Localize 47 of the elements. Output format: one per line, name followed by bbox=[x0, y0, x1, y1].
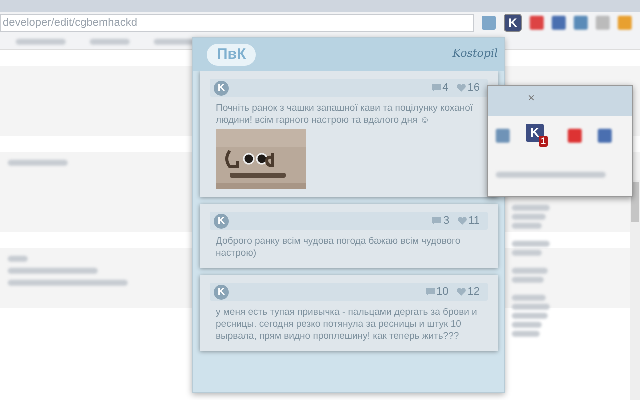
extension-button[interactable]: K bbox=[504, 14, 522, 32]
extension-icon[interactable] bbox=[598, 129, 612, 143]
post-text: Доброго ранку всім чудова погода бажаю всім чудового настрою) bbox=[216, 236, 462, 260]
blurred-text bbox=[8, 160, 68, 166]
blurred-text bbox=[512, 223, 542, 229]
extension-icon[interactable] bbox=[618, 16, 632, 30]
heart-icon bbox=[458, 217, 467, 225]
extension-icon[interactable] bbox=[568, 129, 582, 143]
comment-count: 4 bbox=[442, 80, 449, 96]
avatar: K bbox=[214, 284, 229, 300]
extension-icon[interactable] bbox=[496, 129, 510, 143]
blurred-text bbox=[512, 322, 542, 328]
notification-count: 1 bbox=[539, 136, 548, 147]
comment-icon bbox=[432, 217, 442, 225]
blurred-text bbox=[8, 256, 28, 262]
like-count: 16 bbox=[468, 80, 480, 96]
avatar: K bbox=[214, 80, 229, 96]
blurred-text bbox=[512, 331, 540, 337]
logo: ПвК bbox=[207, 44, 256, 66]
extension-icon[interactable] bbox=[574, 16, 588, 30]
blurred-text bbox=[512, 268, 548, 274]
extension-icon[interactable] bbox=[596, 16, 610, 30]
blurred-text bbox=[512, 241, 550, 247]
comment-icon bbox=[426, 288, 434, 296]
heart-icon bbox=[456, 288, 466, 296]
blurred-text bbox=[512, 277, 544, 283]
post-text: у меня есть тупая привычка - пальцами дергать за брови и ресницы. сегодня резко потянула за ресницы и штук 10 вырвала, прям видно проплешину! как теперь жить??? bbox=[216, 307, 478, 343]
extension-icon[interactable] bbox=[530, 16, 544, 30]
post-text: Почніть ранок з чашки запашної кави та поцілунку коханої людини! всім гарного настрою та вдалого дня ☺ bbox=[216, 103, 474, 127]
town-name: Kostopil bbox=[452, 46, 498, 62]
blurred-text bbox=[512, 295, 546, 301]
heart-icon bbox=[456, 84, 466, 92]
comment-count: 3 bbox=[443, 214, 450, 229]
like-count: 11 bbox=[468, 214, 480, 229]
avatar: K bbox=[214, 214, 229, 228]
blurred-text bbox=[512, 205, 550, 211]
extension-icon[interactable] bbox=[552, 16, 566, 30]
blurred-text bbox=[512, 250, 542, 256]
blurred-text bbox=[512, 313, 548, 319]
extension-icon[interactable] bbox=[482, 16, 496, 30]
like-count: 12 bbox=[468, 284, 480, 300]
blurred-text bbox=[512, 304, 550, 310]
comment-icon bbox=[432, 84, 441, 92]
blurred-text bbox=[16, 38, 66, 44]
blurred-text bbox=[90, 38, 130, 44]
blurred-text bbox=[512, 214, 546, 220]
comment-count: 10 bbox=[436, 284, 449, 300]
